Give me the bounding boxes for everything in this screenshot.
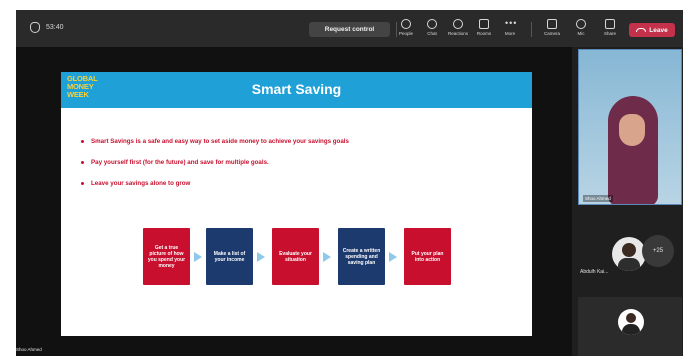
mic-label: Mic xyxy=(577,31,585,36)
participant-name: Abdulh Kai... xyxy=(580,269,609,275)
avatar-body xyxy=(618,258,640,271)
avatar[interactable] xyxy=(612,237,646,271)
mic-button[interactable]: Mic xyxy=(567,17,595,43)
rooms-label: Rooms xyxy=(476,31,492,36)
people-icon xyxy=(401,19,411,29)
step-box: Evaluate your situation xyxy=(272,228,319,285)
slide-header: GLOBAL MONEY WEEK Smart Saving xyxy=(61,72,532,108)
teams-meeting-window: 53:40 Request control People Chat Reacti… xyxy=(16,10,683,356)
more-participants-badge[interactable]: +25 xyxy=(642,235,674,267)
participant-tile[interactable] xyxy=(578,297,682,356)
leave-button[interactable]: Leave xyxy=(629,23,675,37)
presenter-label: Shoo Ahmed xyxy=(16,347,42,352)
bullet-text: Smart Savings is a safe and easy way to … xyxy=(91,138,349,145)
camera-icon xyxy=(547,19,557,29)
avatar xyxy=(618,309,644,335)
bullet-dot-icon xyxy=(81,181,84,185)
leave-label: Leave xyxy=(649,26,668,34)
more-icon: ••• xyxy=(505,18,518,28)
people-button[interactable]: People xyxy=(392,17,420,43)
bullet-list: Smart Savings is a safe and easy way to … xyxy=(77,138,517,201)
reactions-button[interactable]: Reactions xyxy=(444,17,472,43)
request-control-button[interactable]: Request control xyxy=(309,22,390,37)
bullet-text: Pay yourself first (for the future) and … xyxy=(91,159,269,166)
participants-panel: Shoo Ahmed +25 Abdulh Kai... xyxy=(572,47,683,356)
bullet-text: Leave your savings alone to grow xyxy=(91,180,191,187)
reactions-label: Reactions xyxy=(447,31,468,36)
participant-video-main[interactable]: Shoo Ahmed xyxy=(578,49,682,205)
chat-button[interactable]: Chat xyxy=(418,17,446,43)
share-button[interactable]: Share xyxy=(596,17,624,43)
mic-icon xyxy=(576,19,586,29)
bullet-item: Smart Savings is a safe and easy way to … xyxy=(77,138,517,145)
camera-label: Camera xyxy=(543,31,560,36)
phone-icon xyxy=(636,28,647,32)
share-label: Share xyxy=(603,31,616,36)
arrow-right-icon xyxy=(194,252,202,262)
bullet-dot-icon xyxy=(81,139,84,143)
step-box: Put your plan into action xyxy=(404,228,451,285)
bullet-item: Pay yourself first (for the future) and … xyxy=(77,159,517,166)
participant-figure xyxy=(608,96,658,204)
meeting-timer: 53:40 xyxy=(46,24,64,31)
bullet-item: Leave your savings alone to grow xyxy=(77,180,517,187)
more-button[interactable]: ••• More xyxy=(496,17,524,43)
arrow-right-icon xyxy=(389,252,397,262)
reactions-icon xyxy=(453,19,463,29)
step-box: Make a list of your income xyxy=(206,228,253,285)
share-icon xyxy=(605,19,615,29)
avatar-body xyxy=(622,324,640,335)
avatar-head xyxy=(626,313,636,323)
step-box: Create a written spending and saving pla… xyxy=(338,228,385,285)
shared-screen: GLOBAL MONEY WEEK Smart Saving Smart Sav… xyxy=(16,47,572,356)
rooms-button[interactable]: Rooms xyxy=(470,17,498,43)
chat-icon xyxy=(427,19,437,29)
participant-name: Shoo Ahmed xyxy=(583,195,613,202)
people-label: People xyxy=(398,31,413,36)
toolbar-divider xyxy=(531,22,532,37)
participant-face xyxy=(619,114,645,146)
bullet-dot-icon xyxy=(81,160,84,164)
camera-button[interactable]: Camera xyxy=(538,17,566,43)
step-box: Get a true picture of how you spend your… xyxy=(143,228,190,285)
rooms-icon xyxy=(479,19,489,29)
shield-icon xyxy=(30,22,40,33)
presentation-slide: GLOBAL MONEY WEEK Smart Saving Smart Sav… xyxy=(61,72,532,336)
more-label: More xyxy=(504,31,516,36)
slide-title: Smart Saving xyxy=(251,81,342,97)
arrow-right-icon xyxy=(323,252,331,262)
chat-label: Chat xyxy=(427,31,437,36)
arrow-right-icon xyxy=(257,252,265,262)
meeting-toolbar: 53:40 Request control People Chat Reacti… xyxy=(16,10,683,47)
avatar-head xyxy=(622,243,636,257)
